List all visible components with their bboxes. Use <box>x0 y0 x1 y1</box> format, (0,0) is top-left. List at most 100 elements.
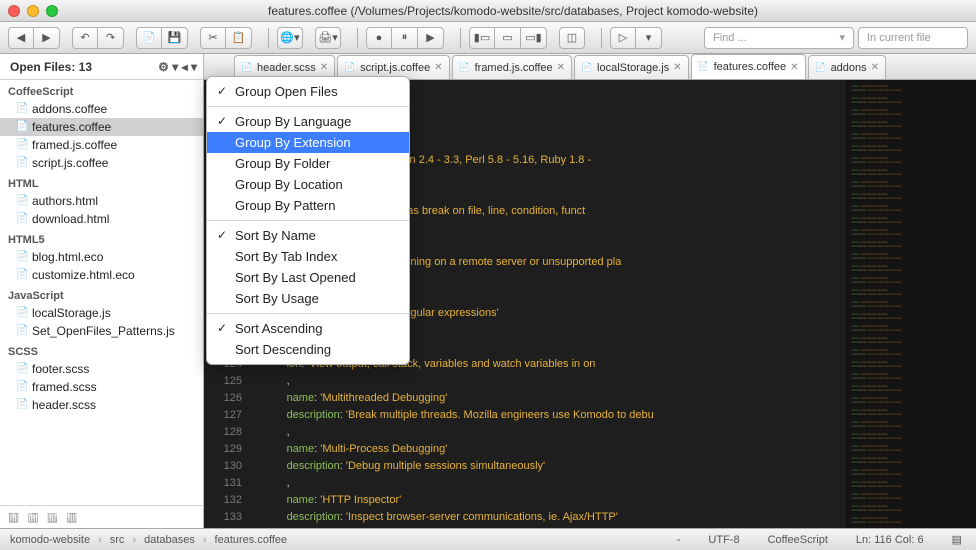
run-menu-button[interactable]: ▾ <box>636 27 662 49</box>
zoom-window-button[interactable] <box>46 5 58 17</box>
context-menu-item[interactable]: Sort By Last Opened <box>207 267 409 288</box>
new-file-button[interactable]: 📄 <box>136 27 162 49</box>
find-input[interactable]: Find ... ▾ <box>704 27 854 49</box>
breadcrumb-item[interactable]: features.coffee <box>213 534 290 546</box>
sidebar-file-item[interactable]: 📄 Set_OpenFiles_Patterns.js <box>0 322 203 340</box>
editor-tab[interactable]: 📄 features.coffee✕ <box>691 54 806 79</box>
sidebar-file-item[interactable]: 📄blog.html.eco <box>0 248 203 266</box>
file-label: framed.js.coffee <box>32 138 117 152</box>
sidebar-file-item[interactable]: 📄script.js.coffee <box>0 154 203 172</box>
tab-close-button[interactable]: ✕ <box>557 62 565 73</box>
minimize-window-button[interactable] <box>27 5 39 17</box>
file-icon: 📄 <box>16 121 28 133</box>
breadcrumb[interactable]: komodo-website›src›databases›features.co… <box>8 534 289 546</box>
file-icon: 📄 <box>16 195 28 207</box>
sidebar-file-item[interactable]: 📄 features.coffee <box>0 118 203 136</box>
find-scope-select[interactable]: In current file <box>858 27 968 49</box>
file-label: download.html <box>32 212 109 226</box>
right-panel-toggle[interactable]: ▭▮ <box>521 27 547 49</box>
file-icon: 📄 <box>698 61 710 73</box>
sidebar-group-title[interactable]: HTML <box>0 172 203 192</box>
sidebar-group-title[interactable]: SCSS <box>0 340 203 360</box>
context-menu-item[interactable]: Sort Ascending <box>207 318 409 339</box>
macro-record-button[interactable]: ● <box>366 27 392 49</box>
file-icon: 📄 <box>459 62 471 74</box>
panel-icon[interactable]: ▥ <box>66 510 77 524</box>
context-menu-item[interactable]: Sort By Tab Index <box>207 246 409 267</box>
run-button[interactable]: ▷ <box>610 27 636 49</box>
breadcrumb-separator: › <box>130 534 138 546</box>
language-selector[interactable]: CoffeeScript <box>762 534 834 546</box>
macro-pause-button[interactable]: ⏸ <box>392 27 418 49</box>
print-button[interactable]: 🖨▾ <box>315 27 341 49</box>
breadcrumb-item[interactable]: komodo-website <box>8 534 92 546</box>
editor-tab[interactable]: 📄localStorage.js✕ <box>574 55 689 79</box>
tab-label: addons <box>831 62 867 74</box>
tab-close-button[interactable]: ✕ <box>673 62 681 73</box>
context-menu-item[interactable]: Sort By Name <box>207 225 409 246</box>
cursor-position: Ln: 116 Col: 6 <box>850 534 930 546</box>
context-menu-item[interactable]: Group By Language <box>207 111 409 132</box>
breadcrumb-separator: › <box>96 534 104 546</box>
breadcrumb-item[interactable]: src <box>108 534 127 546</box>
sidebar-file-item[interactable]: 📄download.html <box>0 210 203 228</box>
panel-icon[interactable]: ▥ <box>8 510 19 524</box>
tab-close-button[interactable]: ✕ <box>871 62 879 73</box>
macro-play-button[interactable]: ▶ <box>418 27 444 49</box>
traffic-lights <box>8 5 58 17</box>
context-menu-item[interactable]: Group By Folder <box>207 153 409 174</box>
breadcrumb-separator: › <box>201 534 209 546</box>
sidebar-file-item[interactable]: 📄authors.html <box>0 192 203 210</box>
context-menu-item[interactable]: Group By Extension <box>207 132 409 153</box>
file-label: customize.html.eco <box>32 268 135 282</box>
tab-close-button[interactable]: ✕ <box>434 62 442 73</box>
sidebar-file-item[interactable]: 📄 customize.html.eco <box>0 266 203 284</box>
split-view-button[interactable]: ◫ <box>559 27 585 49</box>
cut-button[interactable]: ✂ <box>200 27 226 49</box>
context-menu-item[interactable]: Sort By Usage <box>207 288 409 309</box>
file-label: Set_OpenFiles_Patterns.js <box>32 324 175 338</box>
save-button[interactable]: 💾 <box>162 27 188 49</box>
file-label: features.coffee <box>32 120 111 134</box>
breadcrumb-item[interactable]: databases <box>142 534 197 546</box>
file-icon: 📄 <box>16 269 28 281</box>
tab-close-button[interactable]: ✕ <box>320 62 328 73</box>
browser-preview-button[interactable]: 🌐▾ <box>277 27 303 49</box>
sidebar-file-item[interactable]: 📄header.scss <box>0 396 203 414</box>
context-menu-item[interactable]: Sort Descending <box>207 339 409 360</box>
sidebar-group-title[interactable]: CoffeeScript <box>0 80 203 100</box>
context-menu-item[interactable]: Group By Location <box>207 174 409 195</box>
left-panel-toggle[interactable]: ▮▭ <box>469 27 495 49</box>
tab-label: features.coffee <box>714 61 787 73</box>
editor-tab[interactable]: 📄 addons ✕ <box>808 55 886 79</box>
panel-icon[interactable]: ▥ <box>27 510 38 524</box>
sidebar-group-title[interactable]: JavaScript <box>0 284 203 304</box>
sidebar-options-button[interactable]: ⚙ ▾ ◂ ▾ <box>158 60 197 74</box>
context-menu-item[interactable]: Group Open Files <box>207 81 409 102</box>
editor-tab[interactable]: 📄framed.js.coffee✕ <box>452 55 572 79</box>
undo-button[interactable]: ↶ <box>72 27 98 49</box>
minimap[interactable]: name 'xxxxxxxxxxx xxxxxx' description 'x… <box>846 80 976 528</box>
bottom-panel-toggle[interactable]: ▭ <box>495 27 521 49</box>
sidebar-file-item[interactable]: 📄framed.js.coffee <box>0 136 203 154</box>
sidebar-group-title[interactable]: HTML5 <box>0 228 203 248</box>
sidebar-title: Open Files: 13 <box>10 60 92 74</box>
forward-button[interactable]: ▶ <box>34 27 60 49</box>
redo-button[interactable]: ↷ <box>98 27 124 49</box>
close-window-button[interactable] <box>8 5 20 17</box>
tab-close-button[interactable]: ✕ <box>790 62 798 73</box>
file-label: script.js.coffee <box>32 156 108 170</box>
panel-icon[interactable]: ▥ <box>47 510 58 524</box>
encoding-selector[interactable]: UTF-8 <box>702 534 745 546</box>
back-button[interactable]: ◀ <box>8 27 34 49</box>
sidebar-file-item[interactable]: 📄localStorage.js <box>0 304 203 322</box>
file-icon: 📄 <box>815 62 827 74</box>
status-menu[interactable]: ▤ <box>946 533 968 546</box>
sidebar-file-item[interactable]: 📄framed.scss <box>0 378 203 396</box>
context-menu-item[interactable]: Group By Pattern <box>207 195 409 216</box>
sidebar-file-item[interactable]: 📄footer.scss <box>0 360 203 378</box>
paste-button[interactable]: 📋 <box>226 27 252 49</box>
file-label: header.scss <box>32 398 96 412</box>
file-icon: 📄 <box>16 325 28 337</box>
sidebar-file-item[interactable]: 📄addons.coffee <box>0 100 203 118</box>
